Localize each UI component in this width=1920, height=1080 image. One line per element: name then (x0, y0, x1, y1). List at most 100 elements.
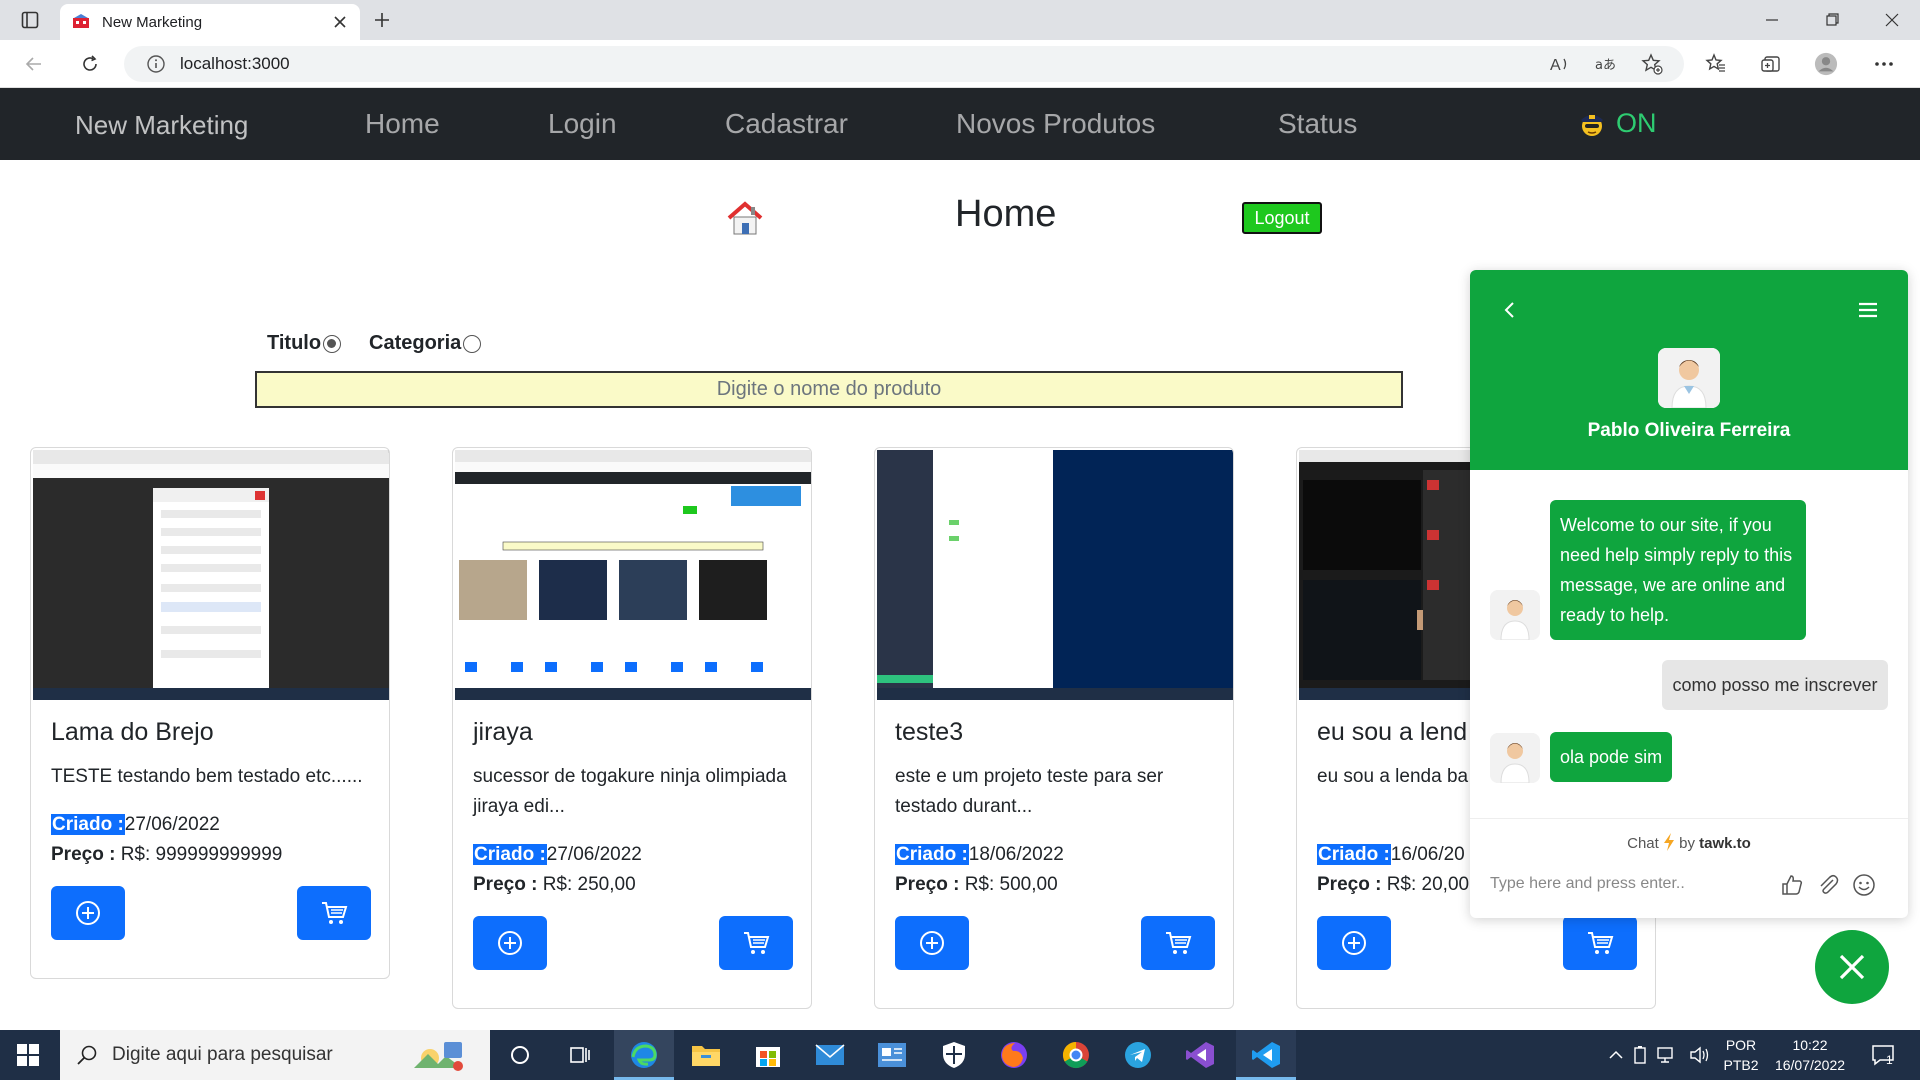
add-to-cart-button[interactable] (297, 886, 371, 940)
vscode-icon[interactable] (1250, 1039, 1282, 1071)
visual-studio-icon[interactable] (1184, 1039, 1216, 1071)
chevron-left-icon[interactable] (1500, 298, 1520, 322)
emoji-icon[interactable] (1852, 873, 1876, 897)
ms-store-icon[interactable] (752, 1039, 784, 1071)
powered-brand: tawk.to (1699, 835, 1751, 852)
search-highlight-icon (410, 1038, 470, 1072)
product-name: jiraya (473, 718, 533, 746)
plus-circle-icon (498, 931, 522, 955)
lightning-icon (1663, 833, 1675, 851)
add-to-cart-button[interactable] (719, 916, 793, 970)
plus-circle-icon (76, 901, 100, 925)
chat-widget: Pablo Oliveira Ferreira Welcome to our s… (1470, 270, 1908, 918)
product-price: Preço : R$: 20,00 (1317, 874, 1469, 896)
product-price: Preço : R$: 250,00 (473, 874, 636, 896)
police-emoji-icon (1578, 110, 1606, 138)
nav-status[interactable]: Status (1278, 108, 1357, 140)
profile-avatar-icon[interactable] (1814, 52, 1838, 76)
tab-title: New Marketing (102, 13, 203, 31)
nav-cadastrar[interactable]: Cadastrar (725, 108, 848, 140)
firefox-icon[interactable] (998, 1039, 1030, 1071)
add-details-button[interactable] (473, 916, 547, 970)
product-name: eu sou a lend (1317, 718, 1468, 746)
notification-center-icon[interactable]: 1 (1868, 1039, 1900, 1071)
site-navbar: New Marketing Home Login Cadastrar Novos… (0, 88, 1920, 160)
url-field[interactable]: localhost:3000 (124, 46, 1684, 82)
volume-icon[interactable] (1684, 1039, 1716, 1071)
tab-close-icon[interactable] (332, 14, 348, 30)
powered-by[interactable]: Chat by tawk.to (1470, 833, 1908, 852)
url-text: localhost:3000 (180, 54, 290, 73)
add-to-cart-button[interactable] (1563, 916, 1637, 970)
filter-categoria[interactable]: Categoria (369, 332, 482, 355)
telegram-icon[interactable] (1122, 1039, 1154, 1071)
cart-icon (744, 932, 770, 954)
security-shield-icon[interactable] (938, 1039, 970, 1071)
collections-icon[interactable] (1760, 52, 1784, 76)
add-to-cart-button[interactable] (1141, 916, 1215, 970)
favorites-icon[interactable] (1704, 52, 1728, 76)
nav-home[interactable]: Home (365, 108, 440, 140)
filter-titulo[interactable]: Titulo (267, 332, 342, 355)
window-close-icon[interactable] (1880, 8, 1904, 32)
online-status: ON (1578, 108, 1657, 139)
translate-icon[interactable]: aあ (1594, 52, 1618, 76)
attachment-icon[interactable] (1816, 873, 1840, 897)
new-tab-icon[interactable] (370, 8, 394, 32)
filter-titulo-label: Titulo (267, 332, 322, 354)
created-label: Criado : (51, 814, 125, 835)
hamburger-menu-icon[interactable] (1856, 298, 1880, 322)
add-details-button[interactable] (1317, 916, 1391, 970)
tab-actions-icon[interactable] (18, 8, 42, 32)
add-details-button[interactable] (895, 916, 969, 970)
created-date: 18/06/2022 (968, 844, 1064, 865)
nav-novos-produtos[interactable]: Novos Produtos (956, 108, 1155, 140)
chrome-icon[interactable] (1060, 1039, 1092, 1071)
chat-message-visitor: como posso me inscrever (1662, 660, 1888, 710)
windows-start-icon[interactable] (16, 1043, 40, 1067)
product-price: Preço : R$: 999999999999 (51, 844, 282, 866)
read-aloud-icon[interactable]: A (1548, 52, 1572, 76)
network-icon[interactable] (1650, 1039, 1682, 1071)
back-icon[interactable] (22, 52, 46, 76)
chat-message-input[interactable]: Type here and press enter.. (1490, 875, 1685, 893)
filter-titulo-radio[interactable] (323, 334, 342, 353)
more-menu-icon[interactable] (1872, 52, 1896, 76)
site-info-icon[interactable] (146, 54, 166, 74)
chat-message-agent: Welcome to our site, if you need help si… (1550, 500, 1806, 640)
maximize-icon[interactable] (1820, 8, 1844, 32)
product-created: Criado :27/06/2022 (51, 814, 220, 836)
task-view-icon[interactable] (564, 1039, 596, 1071)
chat-footer: Chat by tawk.to Type here and press ente… (1470, 818, 1908, 918)
powered-by-text: by (1679, 835, 1695, 852)
file-explorer-icon[interactable] (690, 1039, 722, 1071)
price-label: Preço : (473, 874, 538, 895)
navbar-brand[interactable]: New Marketing (75, 110, 248, 141)
add-details-button[interactable] (51, 886, 125, 940)
created-label: Criado : (895, 844, 969, 865)
reload-icon[interactable] (78, 52, 102, 76)
nav-login[interactable]: Login (548, 108, 617, 140)
product-image (877, 450, 1233, 700)
clock[interactable]: 10:22 16/07/2022 (1760, 1035, 1860, 1075)
news-icon[interactable] (876, 1039, 908, 1071)
minimize-icon[interactable] (1760, 8, 1784, 32)
thumbs-up-icon[interactable] (1780, 873, 1804, 897)
mail-icon[interactable] (814, 1039, 846, 1071)
task-view-circle-icon[interactable] (504, 1039, 536, 1071)
product-description: este e um projeto teste para ser testado… (895, 766, 1164, 817)
cart-icon (1166, 932, 1192, 954)
logout-button[interactable]: Logout (1242, 202, 1322, 234)
edge-browser-icon[interactable] (628, 1039, 660, 1071)
keyboard-layout: PTB2 (1723, 1057, 1759, 1073)
taskbar-search[interactable]: Digite aqui para pesquisar (60, 1030, 490, 1080)
chat-header: Pablo Oliveira Ferreira (1470, 270, 1908, 470)
product-search-input[interactable]: Digite o nome do produto (255, 371, 1403, 408)
language-indicator[interactable]: POR PTB2 (1716, 1035, 1766, 1075)
price-label: Preço : (51, 844, 116, 865)
favorite-add-icon[interactable] (1640, 52, 1664, 76)
close-icon (1839, 954, 1865, 980)
browser-tab[interactable]: New Marketing (60, 4, 360, 40)
chat-close-button[interactable] (1815, 930, 1889, 1004)
filter-categoria-radio[interactable] (463, 334, 482, 353)
